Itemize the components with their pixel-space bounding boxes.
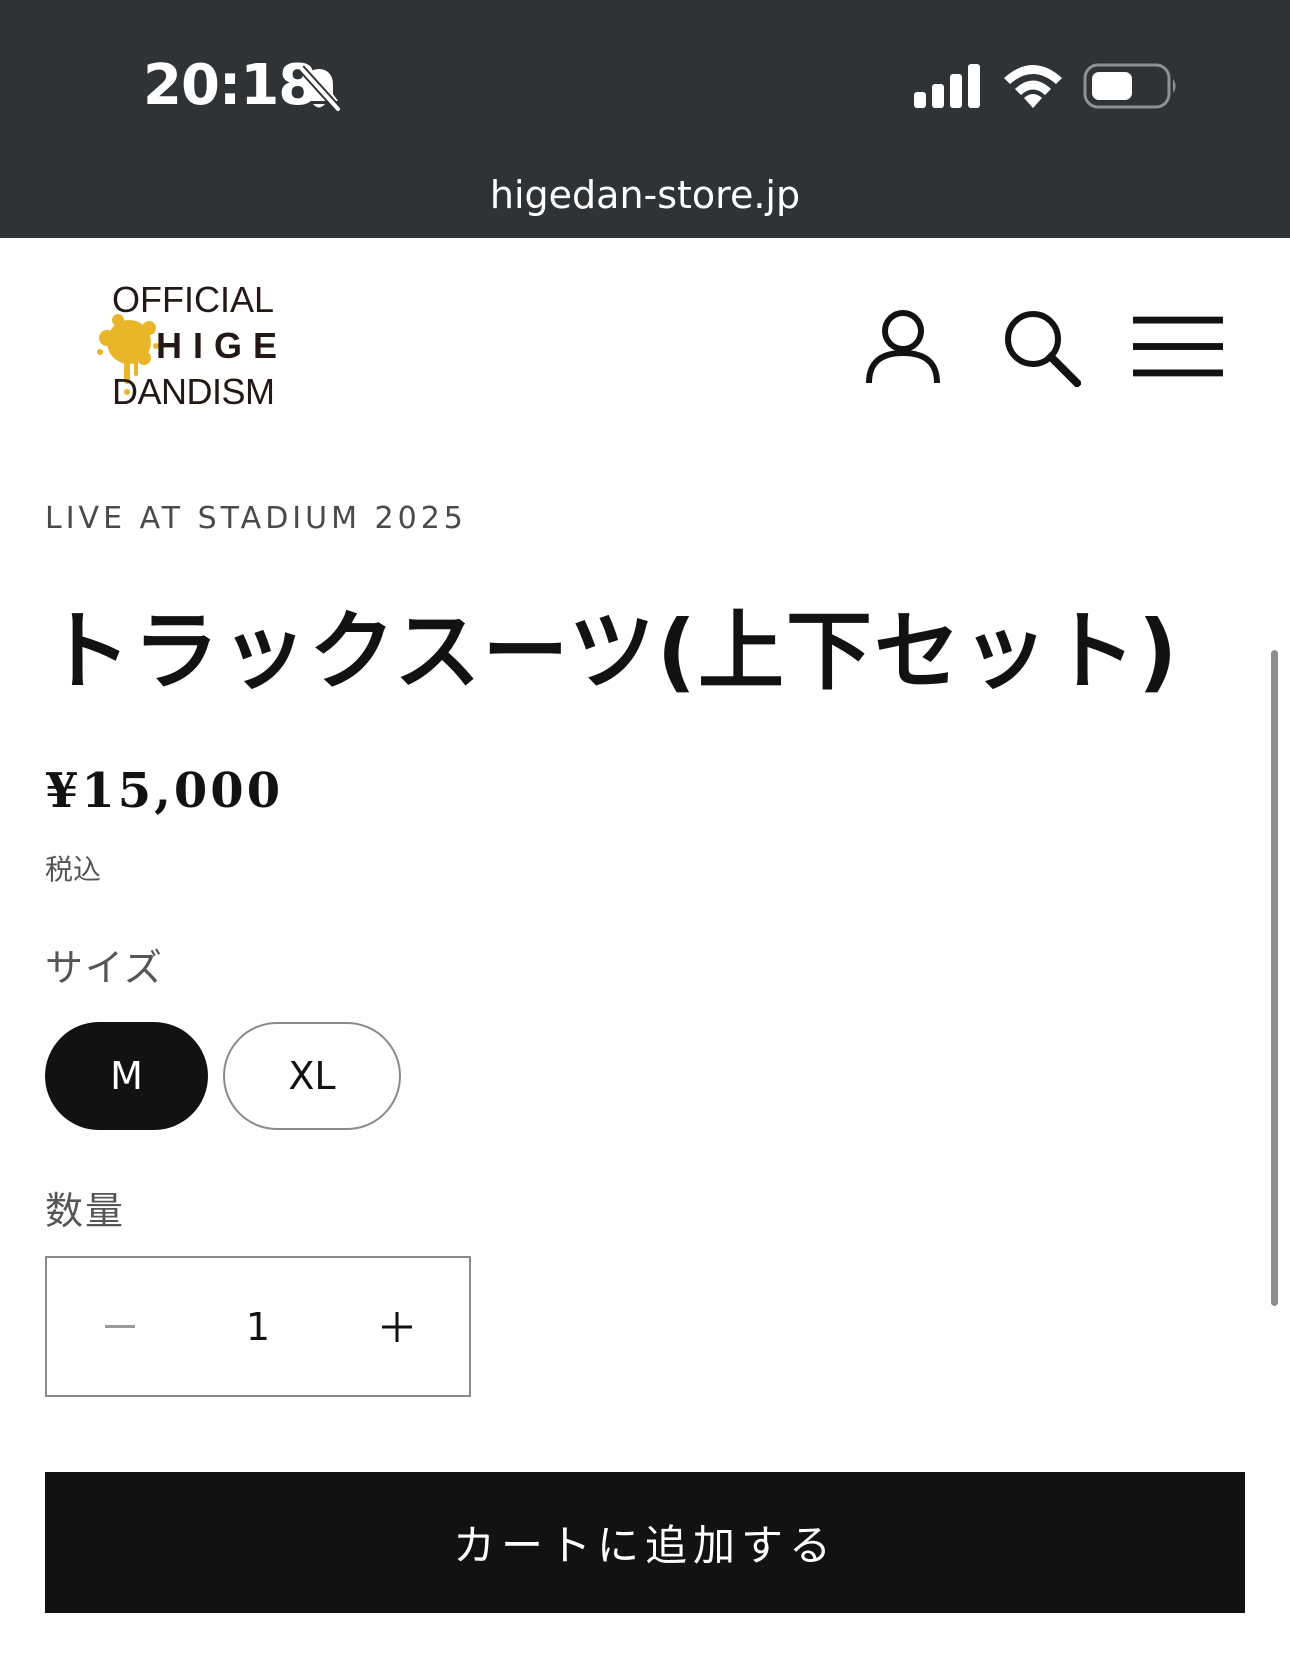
status-bar: 20:18 higedan-store.jp (0, 0, 1290, 238)
url-bar[interactable]: higedan-store.jp (0, 172, 1290, 218)
account-icon (866, 310, 940, 384)
quantity-decrease-button[interactable] (47, 1258, 192, 1395)
quantity-label: 数量 (45, 1189, 126, 1233)
status-time: 20:18 (143, 53, 317, 118)
product-price: ¥15,000 (45, 763, 284, 819)
store-logo[interactable]: OFFICIAL HIGE DANDISM (94, 282, 294, 414)
menu-button[interactable] (1133, 302, 1223, 392)
logo-line-official: OFFICIAL (112, 279, 275, 320)
logo-line-dandism: DANDISM (112, 371, 275, 412)
logo-line-hige: HIGE (156, 325, 289, 366)
search-button[interactable] (996, 302, 1086, 392)
search-icon (1005, 311, 1081, 387)
wifi-icon (1004, 65, 1062, 108)
scrollbar[interactable] (1271, 650, 1278, 1306)
plus-icon (381, 1311, 412, 1342)
size-option-xl[interactable]: XL (223, 1022, 401, 1130)
menu-icon (1133, 316, 1223, 377)
size-label: サイズ (45, 946, 164, 990)
quantity-stepper (45, 1256, 471, 1397)
quantity-increase-button[interactable] (324, 1258, 469, 1395)
add-to-cart-button[interactable]: カートに追加する (45, 1472, 1245, 1613)
account-button[interactable] (858, 302, 948, 392)
tax-note: 税込 (45, 853, 102, 886)
quantity-input[interactable] (192, 1258, 324, 1395)
size-option-m[interactable]: M (45, 1022, 208, 1130)
mute-bell-icon (298, 65, 341, 112)
signal-icon (914, 64, 980, 108)
battery-icon (1083, 63, 1176, 109)
product-collection: LIVE AT STADIUM 2025 (45, 501, 467, 536)
product-title: トラックスーツ(上下セット) (45, 602, 1180, 702)
minus-icon (104, 1324, 135, 1328)
